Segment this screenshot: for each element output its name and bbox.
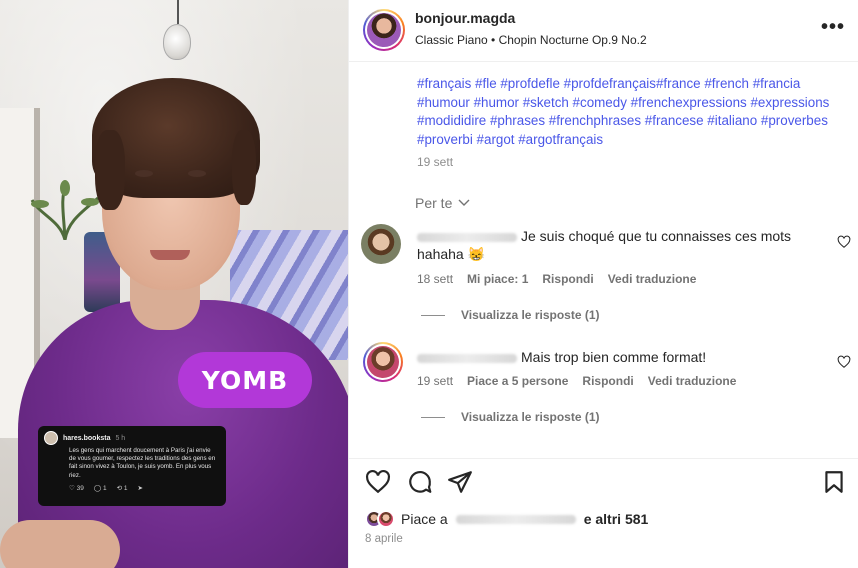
comment-icon[interactable]: [407, 469, 433, 495]
comment-time: 18 sett: [417, 272, 454, 286]
view-replies-button[interactable]: Visualizza le risposte (1): [421, 308, 600, 322]
view-replies-label: Visualizza le risposte (1): [461, 308, 600, 322]
likes-count[interactable]: e altri 581: [584, 511, 649, 527]
audio-track[interactable]: Classic Piano • Chopin Nocturne Op.9 No.…: [415, 33, 647, 47]
thread-comments: ◯ 1: [93, 484, 107, 492]
post-panel: bonjour.magda Classic Piano • Chopin Noc…: [348, 0, 858, 568]
chevron-down-icon: [458, 199, 470, 206]
comment-filter-dropdown[interactable]: Per te: [415, 195, 470, 211]
bookmark-icon[interactable]: [821, 469, 847, 495]
comment-likes[interactable]: Piace a 5 persone: [467, 374, 568, 388]
thread-avatar: [44, 431, 58, 445]
comment-likes[interactable]: Mi piace: 1: [467, 272, 528, 286]
yomb-sticker: YOMB: [178, 352, 312, 408]
thread-likes: ♡ 39: [69, 484, 84, 492]
thread-reposts: ⟲ 1: [116, 484, 128, 492]
comment-text: Je suis choqué que tu connaisses ces mot…: [417, 228, 792, 262]
comment-time: 19 sett: [417, 374, 454, 388]
likes-summary[interactable]: Piace a e altri 581: [365, 510, 648, 528]
person-hair-right: [232, 130, 256, 205]
person-mouth: [150, 250, 190, 260]
view-replies-label: Visualizza le risposte (1): [461, 410, 600, 424]
comment-heart-icon[interactable]: [837, 355, 851, 369]
view-replies-button[interactable]: Visualizza le risposte (1): [421, 410, 600, 424]
person-eye-left: [135, 170, 153, 177]
replies-divider: [421, 314, 445, 316]
thread-time: 5 h: [115, 434, 126, 442]
post-actions-bar: [349, 458, 858, 506]
person-hand: [0, 520, 120, 568]
comment-heart-icon[interactable]: [837, 235, 851, 249]
thread-stats: ♡ 39 ◯ 1 ⟲ 1 ➤: [69, 484, 220, 492]
comment-username-redacted[interactable]: [417, 232, 517, 242]
comment-actions: 19 sett Piace a 5 persone Rispondi Vedi …: [417, 374, 736, 388]
translate-button[interactable]: Vedi traduzione: [648, 374, 737, 388]
thread-text: Les gens qui marchent doucement à Paris …: [69, 447, 216, 479]
caption-time: 19 sett: [417, 155, 454, 169]
author-username[interactable]: bonjour.magda: [415, 10, 515, 26]
lamp-wire: [177, 0, 179, 24]
threads-post-overlay: hares.booksta 5 h Les gens qui marchent …: [38, 426, 226, 506]
comment-avatar[interactable]: [361, 224, 401, 264]
author-avatar[interactable]: [363, 9, 405, 51]
person-eye-right: [188, 170, 206, 177]
share-icon[interactable]: [447, 469, 473, 495]
thread-share-icon: ➤: [137, 484, 143, 492]
comment-actions: 18 sett Mi piace: 1 Rispondi Vedi traduz…: [417, 272, 696, 286]
reply-button[interactable]: Rispondi: [542, 272, 593, 286]
comment-text: Mais trop bien comme format!: [417, 348, 817, 366]
liker-username-redacted[interactable]: [455, 514, 576, 524]
comment-avatar[interactable]: [363, 342, 403, 382]
thread-header: hares.booksta 5 h: [44, 431, 220, 445]
plant-illustration: [30, 180, 100, 240]
thread-comment-icon: ◯: [93, 484, 102, 492]
replies-divider: [421, 416, 445, 418]
caption-hashtags[interactable]: #français #fle #profdefle #profdefrançai…: [417, 75, 847, 149]
post-date: 8 aprile: [365, 533, 403, 545]
more-options-icon[interactable]: •••: [821, 16, 845, 39]
reply-button[interactable]: Rispondi: [582, 374, 633, 388]
translate-button[interactable]: Vedi traduzione: [608, 272, 697, 286]
reel-video[interactable]: YOMB hares.booksta 5 h Les gens qui marc…: [0, 0, 348, 568]
heart-icon[interactable]: [365, 469, 391, 495]
thread-heart-icon: ♡: [69, 484, 75, 492]
likes-prefix: Piace a: [401, 511, 448, 527]
comment-username-redacted[interactable]: [417, 353, 517, 363]
thread-username: hares.booksta: [63, 434, 111, 442]
post-header: bonjour.magda Classic Piano • Chopin Noc…: [349, 0, 858, 62]
person-hair-left: [95, 130, 125, 210]
light-bulb: [163, 24, 191, 60]
liker-avatar: [377, 510, 395, 528]
thread-repost-icon: ⟲: [116, 484, 123, 492]
comment-filter-label: Per te: [415, 195, 453, 211]
